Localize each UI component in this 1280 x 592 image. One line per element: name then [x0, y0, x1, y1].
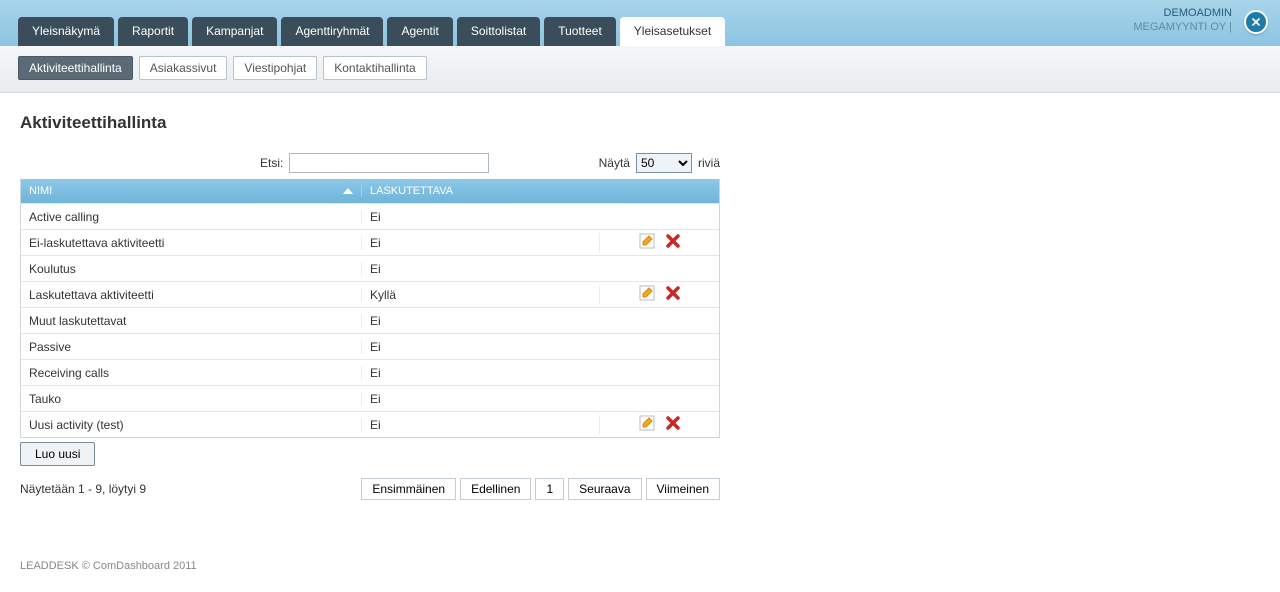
sub-tab-1[interactable]: Asiakassivut [139, 56, 228, 80]
cell-billable: Ei [361, 236, 599, 250]
main-tab-2[interactable]: Kampanjat [192, 17, 277, 46]
delete-icon [665, 285, 681, 301]
edit-button[interactable] [639, 233, 655, 252]
delete-button[interactable] [665, 233, 681, 252]
user-info: DEMOADMIN MEGAMYYNTI OY | [1133, 6, 1232, 34]
top-bar: DEMOADMIN MEGAMYYNTI OY | YleisnäkymäRap… [0, 0, 1280, 46]
sort-asc-icon [343, 188, 353, 194]
delete-icon [665, 415, 681, 431]
rows-select[interactable]: 50 [636, 153, 692, 173]
cell-name: Ei-laskutettava aktiviteetti [21, 236, 361, 250]
column-billable-label: LASKUTETTAVA [370, 185, 453, 197]
footer: LEADDESK © ComDashboard 2011 [0, 560, 1280, 592]
cell-name: Active calling [21, 210, 361, 224]
pager-last[interactable]: Viimeinen [646, 478, 720, 500]
table-row: Uusi activity (test)Ei [21, 411, 719, 437]
column-name[interactable]: NIMI [21, 185, 361, 197]
rows-label-pre: Näytä [599, 156, 630, 170]
table-row: Active callingEi [21, 203, 719, 229]
cell-actions [599, 415, 719, 434]
search-label: Etsi: [260, 156, 283, 170]
create-button[interactable]: Luo uusi [20, 442, 95, 466]
cell-name: Koulutus [21, 262, 361, 276]
cell-billable: Ei [361, 366, 599, 380]
sub-tabs: AktiviteettihallintaAsiakassivutViestipo… [18, 56, 1262, 80]
cell-name: Tauko [21, 392, 361, 406]
pager-page[interactable]: 1 [535, 478, 564, 500]
edit-button[interactable] [639, 285, 655, 304]
rows-per-page-wrap: Näytä 50 riviä [599, 153, 720, 173]
sub-tab-0[interactable]: Aktiviteettihallinta [18, 56, 133, 80]
pager-row: Näytetään 1 - 9, löytyi 9 Ensimmäinen Ed… [20, 478, 720, 500]
cell-name: Uusi activity (test) [21, 418, 361, 432]
search-input[interactable] [289, 153, 489, 173]
table-row: KoulutusEi [21, 255, 719, 281]
pager-first[interactable]: Ensimmäinen [361, 478, 456, 500]
pager: Ensimmäinen Edellinen 1 Seuraava Viimein… [361, 478, 720, 500]
cell-actions [599, 233, 719, 252]
sub-tab-3[interactable]: Kontaktihallinta [323, 56, 426, 80]
cell-billable: Ei [361, 314, 599, 328]
search-wrap: Etsi: [260, 153, 489, 173]
edit-icon [639, 415, 655, 431]
rows-label-post: riviä [698, 156, 720, 170]
edit-icon [639, 285, 655, 301]
main-tab-4[interactable]: Agentit [387, 17, 452, 46]
main-tab-7[interactable]: Yleisasetukset [620, 17, 725, 46]
cell-name: Passive [21, 340, 361, 354]
result-info: Näytetään 1 - 9, löytyi 9 [20, 482, 146, 496]
cell-name: Receiving calls [21, 366, 361, 380]
page-title: Aktiviteettihallinta [20, 113, 1260, 133]
table-body: Active callingEiEi-laskutettava aktivite… [21, 203, 719, 437]
cell-actions [599, 285, 719, 304]
content: Aktiviteettihallinta Etsi: Näytä 50 rivi… [0, 93, 1280, 520]
cell-name: Muut laskutettavat [21, 314, 361, 328]
user-name: DEMOADMIN [1133, 6, 1232, 20]
cell-billable: Ei [361, 418, 599, 432]
table-row: Laskutettava aktiviteettiKyllä [21, 281, 719, 307]
table-row: Ei-laskutettava aktiviteettiEi [21, 229, 719, 255]
column-billable[interactable]: LASKUTETTAVA [361, 185, 599, 197]
table-row: TaukoEi [21, 385, 719, 411]
delete-button[interactable] [665, 285, 681, 304]
sub-tab-2[interactable]: Viestipohjat [233, 56, 317, 80]
delete-button[interactable] [665, 415, 681, 434]
main-tab-1[interactable]: Raportit [118, 17, 188, 46]
cell-billable: Ei [361, 210, 599, 224]
main-tab-0[interactable]: Yleisnäkymä [18, 17, 114, 46]
delete-icon [665, 233, 681, 249]
edit-icon [639, 233, 655, 249]
pager-next[interactable]: Seuraava [568, 478, 641, 500]
edit-button[interactable] [639, 415, 655, 434]
activity-table: NIMI LASKUTETTAVA Active callingEiEi-las… [20, 179, 720, 438]
main-tab-5[interactable]: Soittolistat [457, 17, 540, 46]
table-row: Muut laskutettavatEi [21, 307, 719, 333]
cell-name: Laskutettava aktiviteetti [21, 288, 361, 302]
close-icon [1249, 15, 1263, 29]
main-tabs: YleisnäkymäRaportitKampanjatAgenttiryhmä… [18, 17, 725, 46]
main-tab-6[interactable]: Tuotteet [544, 17, 616, 46]
main-tab-3[interactable]: Agenttiryhmät [281, 17, 383, 46]
pager-prev[interactable]: Edellinen [460, 478, 531, 500]
table-controls: Etsi: Näytä 50 riviä [20, 153, 720, 173]
sub-bar: AktiviteettihallintaAsiakassivutViestipo… [0, 46, 1280, 93]
column-name-label: NIMI [29, 185, 52, 197]
table-row: PassiveEi [21, 333, 719, 359]
user-org: MEGAMYYNTI OY | [1133, 20, 1232, 34]
cell-billable: Ei [361, 392, 599, 406]
cell-billable: Kyllä [361, 288, 599, 302]
table-header: NIMI LASKUTETTAVA [21, 179, 719, 203]
cell-billable: Ei [361, 340, 599, 354]
table-row: Receiving callsEi [21, 359, 719, 385]
cell-billable: Ei [361, 262, 599, 276]
logout-button[interactable] [1244, 10, 1268, 34]
